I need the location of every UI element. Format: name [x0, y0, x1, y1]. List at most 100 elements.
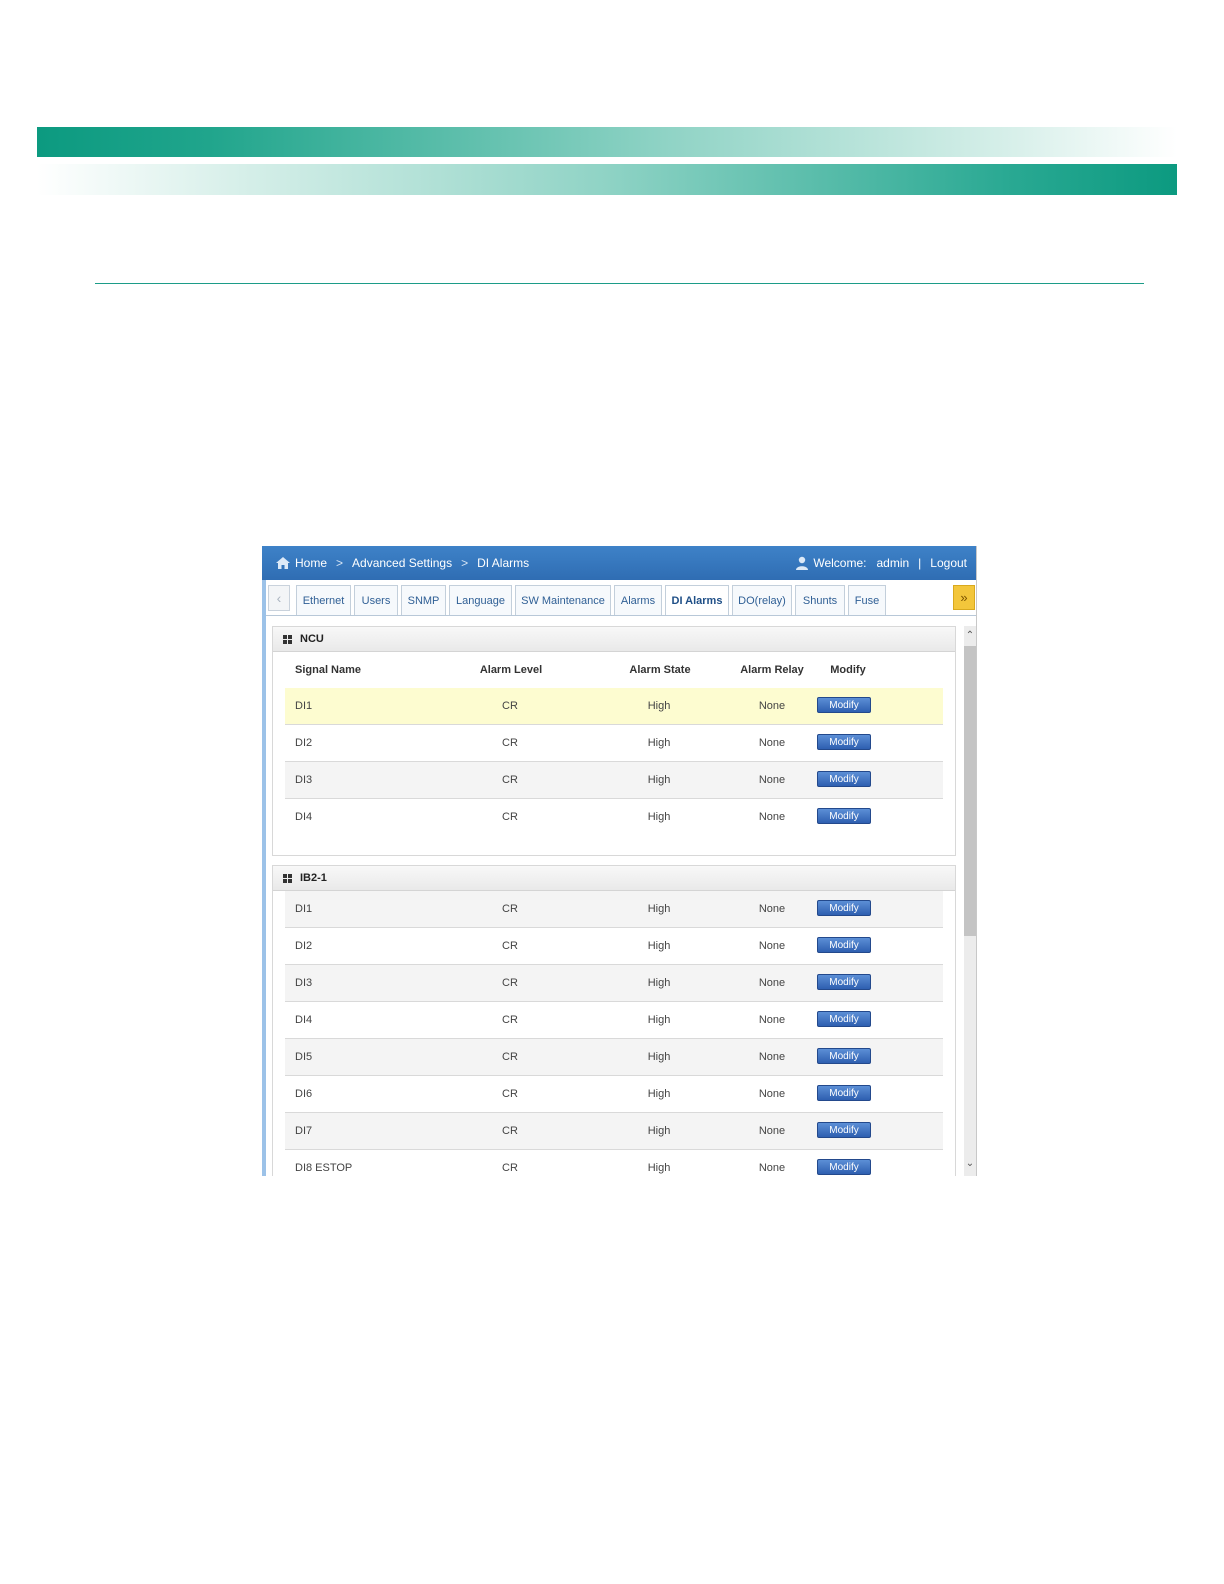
- alarm-state: High: [647, 1125, 671, 1137]
- chevron-left-icon: ‹: [276, 590, 282, 606]
- panel-ncu: NCU Signal Name Alarm Level Alarm State …: [272, 626, 956, 856]
- tab-alarms[interactable]: Alarms: [614, 585, 662, 615]
- modify-button[interactable]: Modify: [817, 808, 871, 824]
- tab-ethernet[interactable]: Ethernet: [296, 585, 351, 615]
- alarm-state: High: [647, 903, 671, 915]
- alarm-state: High: [647, 977, 671, 989]
- welcome-label: Welcome:: [813, 556, 867, 570]
- tab-language[interactable]: Language: [449, 585, 512, 615]
- alarm-relay: None: [758, 1162, 786, 1174]
- modify-button[interactable]: Modify: [817, 1085, 871, 1101]
- table-row: DI4 CR High None Modify: [285, 1002, 943, 1039]
- table-row: DI3 CR High None Modify: [285, 762, 943, 799]
- vertical-scrollbar[interactable]: ⌃ ⌄: [964, 626, 976, 1176]
- alarm-level: CR: [502, 700, 518, 712]
- col-modify: Modify: [830, 664, 866, 676]
- modify-button[interactable]: Modify: [817, 1011, 871, 1027]
- col-alarm-level: Alarm Level: [479, 664, 543, 676]
- alarm-level: CR: [502, 1125, 518, 1137]
- table-row: DI1 CR High None Modify: [285, 891, 943, 928]
- username: admin: [876, 556, 910, 570]
- signal-name: DI4: [295, 811, 313, 823]
- controller-web-ui: Home > Advanced Settings > DI Alarms Wel…: [262, 546, 977, 1176]
- signal-name: DI7: [295, 1125, 313, 1137]
- home-icon[interactable]: [275, 556, 291, 570]
- table-row: DI3 CR High None Modify: [285, 965, 943, 1002]
- panel-header: IB2-1: [273, 866, 955, 891]
- alarm-level: CR: [502, 1014, 518, 1026]
- breadcrumb-advanced-settings[interactable]: Advanced Settings: [352, 556, 452, 570]
- alarm-relay: None: [758, 1051, 786, 1063]
- signal-name: DI6: [295, 1088, 313, 1100]
- alarm-state: High: [647, 1162, 671, 1174]
- alarm-state: High: [647, 940, 671, 952]
- modify-button[interactable]: Modify: [817, 900, 871, 916]
- modify-button[interactable]: Modify: [817, 1159, 871, 1175]
- tabs-prev-button[interactable]: ‹: [268, 585, 290, 611]
- alarm-relay: None: [758, 1014, 786, 1026]
- modify-button[interactable]: Modify: [817, 1122, 871, 1138]
- alarm-level: CR: [502, 1051, 518, 1063]
- tab-di-alarms[interactable]: DI Alarms: [665, 585, 729, 615]
- breadcrumb-separator: >: [336, 556, 344, 570]
- decorative-band-bottom: [37, 164, 1177, 195]
- table-row: DI2 CR High None Modify: [285, 928, 943, 965]
- decorative-band-top: [37, 127, 1177, 157]
- modify-button[interactable]: Modify: [817, 771, 871, 787]
- table-row: DI4 CR High None Modify: [285, 799, 943, 835]
- alarm-level: CR: [502, 1162, 518, 1174]
- modify-button[interactable]: Modify: [817, 697, 871, 713]
- tab-snmp[interactable]: SNMP: [401, 585, 446, 615]
- signal-name: DI1: [295, 903, 313, 915]
- alarm-state: High: [647, 811, 671, 823]
- alarm-relay: None: [758, 977, 786, 989]
- grid-icon: [283, 873, 292, 883]
- tab-shunts[interactable]: Shunts: [795, 585, 845, 615]
- alarm-relay: None: [758, 811, 786, 823]
- modify-button[interactable]: Modify: [817, 974, 871, 990]
- table-row: DI7 CR High None Modify: [285, 1113, 943, 1150]
- modify-button[interactable]: Modify: [817, 734, 871, 750]
- col-alarm-state: Alarm State: [629, 664, 691, 676]
- table-row: DI8 ESTOP CR High None Modify: [285, 1150, 943, 1176]
- alarm-state: High: [647, 1014, 671, 1026]
- alarm-level: CR: [502, 903, 518, 915]
- user-icon: [796, 556, 809, 570]
- signal-name: DI5: [295, 1051, 313, 1063]
- content-area: NCU Signal Name Alarm Level Alarm State …: [266, 616, 976, 1176]
- signal-name: DI2: [295, 737, 313, 749]
- tab-fuse[interactable]: Fuse: [848, 585, 886, 615]
- panel-header: NCU: [273, 627, 955, 652]
- alarm-level: CR: [502, 737, 518, 749]
- signal-name: DI3: [295, 977, 313, 989]
- col-alarm-relay: Alarm Relay: [740, 664, 804, 676]
- scrollbar-thumb[interactable]: [964, 646, 976, 936]
- alarm-state: High: [647, 1088, 671, 1100]
- chevron-up-icon[interactable]: ⌃: [964, 628, 976, 642]
- tab-do-relay[interactable]: DO(relay): [732, 585, 792, 615]
- table-row: DI5 CR High None Modify: [285, 1039, 943, 1076]
- table-row: DI6 CR High None Modify: [285, 1076, 943, 1113]
- alarm-relay: None: [758, 1088, 786, 1100]
- alarm-state: High: [647, 1051, 671, 1063]
- tab-users[interactable]: Users: [354, 585, 398, 615]
- alarm-relay: None: [758, 940, 786, 952]
- modify-button[interactable]: Modify: [817, 1048, 871, 1064]
- signal-name: DI3: [295, 774, 313, 786]
- col-signal-name: Signal Name: [295, 664, 362, 676]
- breadcrumb-current: DI Alarms: [477, 556, 530, 570]
- alarm-level: CR: [502, 811, 518, 823]
- signal-name: DI4: [295, 1014, 313, 1026]
- signal-name: DI1: [295, 700, 313, 712]
- tabs-next-button[interactable]: »: [953, 585, 975, 610]
- alarm-relay: None: [758, 737, 786, 749]
- breadcrumb-home[interactable]: Home: [295, 556, 327, 570]
- chevron-down-icon[interactable]: ⌄: [964, 1156, 976, 1170]
- logout-link[interactable]: Logout: [930, 556, 967, 570]
- tab-sw-maintenance[interactable]: SW Maintenance: [515, 585, 611, 615]
- alarm-state: High: [647, 774, 671, 786]
- alarm-relay: None: [758, 700, 786, 712]
- modify-button[interactable]: Modify: [817, 937, 871, 953]
- table-row: DI1 CR High None Modify: [285, 688, 943, 725]
- signal-name: DI8 ESTOP: [295, 1162, 353, 1174]
